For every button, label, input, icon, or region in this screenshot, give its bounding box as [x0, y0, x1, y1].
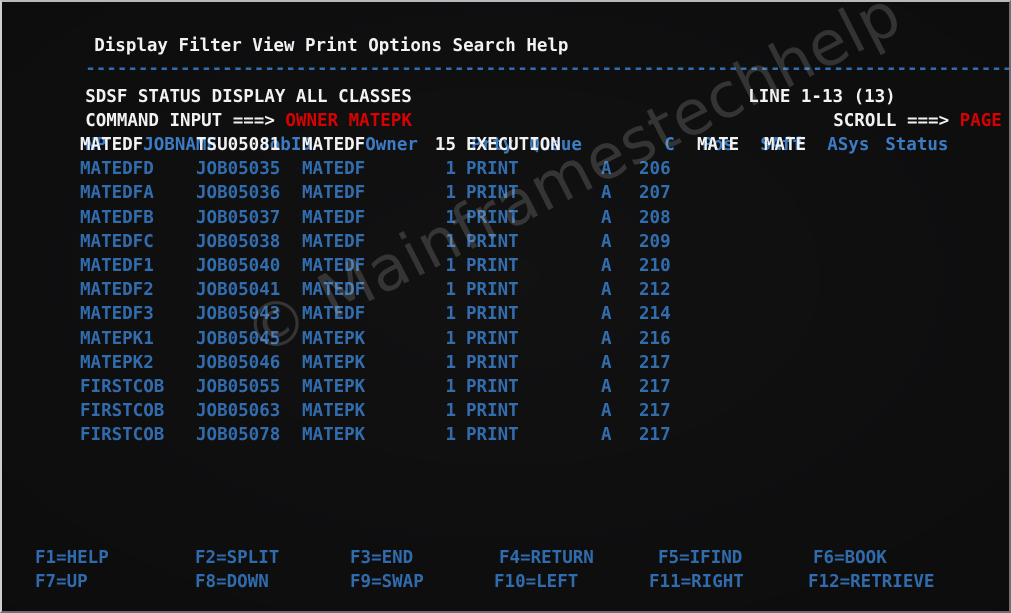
cell-queue: PRINT	[466, 183, 519, 204]
function-key-f9[interactable]: F9=SWAP	[350, 570, 424, 594]
table-row[interactable]: FIRSTCOB JOB05063 MATEPK 1 PRINT A 217	[2, 399, 1009, 423]
function-key-label: F5=IFIND	[658, 548, 743, 568]
table-row[interactable]: MATEDFD JOB05035 MATEDF 1 PRINT A 206	[2, 157, 1009, 181]
cell-queue: EXECUTION	[466, 135, 561, 155]
cell-prty: 1	[445, 256, 456, 276]
cell-prty: 1	[445, 401, 456, 422]
cell-saff: MATE	[697, 135, 740, 155]
cell-queue: PRINT	[466, 280, 519, 301]
cell-c: A	[601, 352, 612, 373]
cell-asys: MATE	[764, 135, 807, 155]
cell-prty: 1	[445, 159, 456, 180]
function-key-label: F4=RETURN	[499, 548, 594, 568]
function-key-f11[interactable]: F11=RIGHT	[649, 570, 744, 594]
cell-prty: 1	[445, 183, 456, 204]
function-key-label: F6=BOOK	[813, 548, 887, 568]
function-key-f5[interactable]: F5=IFIND	[658, 546, 742, 570]
cell-prty: 1	[445, 377, 456, 397]
cell-queue: PRINT	[466, 207, 519, 228]
command-input-row[interactable]: COMMAND INPUT ===> OWNER MATEPK	[22, 85, 412, 131]
cell-c: A	[601, 377, 612, 397]
cell-pos: 209	[639, 231, 671, 252]
table-row[interactable]: MATEDF1 JOB05040 MATEDF 1 PRINT A 210	[2, 254, 1009, 278]
table-row[interactable]: MATEDF3 JOB05043 MATEDF 1 PRINT A 214	[2, 302, 1009, 326]
cell-pos: 212	[639, 280, 671, 301]
cell-prty: 1	[445, 328, 456, 349]
function-key-label: F7=UP	[35, 572, 88, 592]
function-key-f4[interactable]: F4=RETURN	[499, 546, 594, 570]
table-row[interactable]: MATEDFB JOB05037 MATEDF 1 PRINT A 208	[2, 206, 1009, 230]
panel-title-row: SDSF STATUS DISPLAY ALL CLASSES	[22, 61, 412, 107]
cell-c: A	[601, 425, 612, 446]
table-row[interactable]: FIRSTCOB JOB05055 MATEPK 1 PRINT A 217	[2, 375, 1009, 399]
function-key-label: F3=END	[350, 548, 414, 568]
function-key-label: F10=LEFT	[494, 572, 579, 592]
cell-queue: PRINT	[466, 425, 519, 446]
line-indicator-row: LINE 1-13 (13)	[685, 61, 896, 107]
cell-c: A	[601, 401, 612, 422]
character-grid: Display Filter View Print Options Search…	[2, 2, 1009, 611]
menu-bar[interactable]: Display Filter View Print Options Search…	[31, 10, 568, 56]
scroll-row[interactable]: SCROLL ===> PAGE	[770, 85, 1002, 131]
cell-pos: 217	[639, 425, 671, 446]
cell-queue: PRINT	[466, 377, 519, 397]
cell-c: A	[601, 159, 612, 180]
cell-prty: 1	[445, 352, 456, 373]
function-key-f2[interactable]: F2=SPLIT	[195, 546, 279, 570]
cell-prty: 1	[445, 231, 456, 252]
table-row[interactable]: MATEDF2 JOB05041 MATEDF 1 PRINT A 212	[2, 278, 1009, 302]
cell-c: A	[601, 304, 612, 325]
cell-c: A	[601, 183, 612, 204]
cell-pos: 206	[639, 159, 671, 180]
table-row[interactable]: MATEPK2 JOB05046 MATEPK 1 PRINT A 217	[2, 351, 1009, 375]
cell-c: A	[601, 207, 612, 228]
cell-prty: 15	[434, 135, 456, 155]
cell-queue: PRINT	[466, 304, 519, 325]
table-row[interactable]: MATEPK1 JOB05045 MATEPK 1 PRINT A 216	[2, 327, 1009, 351]
menu-separator: ----------------------------------------…	[22, 33, 1009, 79]
cell-queue: PRINT	[466, 401, 519, 422]
table-row[interactable]: FIRSTCOB JOB05078 MATEPK 1 PRINT A 217	[2, 423, 1009, 447]
cell-pos: 216	[639, 328, 671, 349]
function-key-f3[interactable]: F3=END	[350, 546, 413, 570]
cell-c: A	[601, 328, 612, 349]
cell-queue: PRINT	[466, 256, 519, 276]
cell-pos: 217	[639, 377, 671, 397]
scroll-value[interactable]: PAGE	[960, 111, 1002, 131]
cell-queue: PRINT	[466, 352, 519, 373]
function-key-label: F12=RETRIEVE	[808, 572, 935, 592]
cell-prty: 1	[445, 207, 456, 228]
cell-c: A	[601, 280, 612, 301]
cell-c: A	[601, 231, 612, 252]
table-row[interactable]: MATEDFC JOB05038 MATEDF 1 PRINT A 209	[2, 230, 1009, 254]
cell-pos: 217	[639, 401, 671, 422]
function-key-label: F1=HELP	[35, 548, 109, 568]
cell-prty: 1	[445, 304, 456, 325]
function-key-f12[interactable]: F12=RETRIEVE	[808, 570, 934, 594]
cell-c: A	[601, 256, 612, 276]
function-key-f1[interactable]: F1=HELP	[35, 546, 109, 570]
table-row[interactable]: MATEDFA JOB05036 MATEDF 1 PRINT A 207	[2, 181, 1009, 205]
cell-queue: PRINT	[466, 159, 519, 180]
cell-pos: 210	[639, 256, 671, 276]
cell-pos: 208	[639, 207, 671, 228]
function-key-f7[interactable]: F7=UP	[35, 570, 88, 594]
function-key-label: F8=DOWN	[195, 572, 269, 592]
cell-prty: 1	[445, 280, 456, 301]
function-key-label: F2=SPLIT	[195, 548, 280, 568]
table-row[interactable]: MATEDF TSU05081 MATEDF 15 EXECUTION MATE MATE	[2, 133, 1009, 157]
terminal-screen: Display Filter View Print Options Search…	[0, 0, 1011, 613]
cell-queue: PRINT	[466, 231, 519, 252]
cell-pos: 207	[639, 183, 671, 204]
cell-prty: 1	[445, 425, 456, 446]
function-key-f10[interactable]: F10=LEFT	[494, 570, 578, 594]
cell-pos: 214	[639, 304, 671, 325]
cell-queue: PRINT	[466, 328, 519, 349]
function-key-label: F11=RIGHT	[649, 572, 744, 592]
cell-pos: 217	[639, 352, 671, 373]
function-key-f8[interactable]: F8=DOWN	[195, 570, 269, 594]
function-key-f6[interactable]: F6=BOOK	[813, 546, 887, 570]
function-key-label: F9=SWAP	[350, 572, 424, 592]
